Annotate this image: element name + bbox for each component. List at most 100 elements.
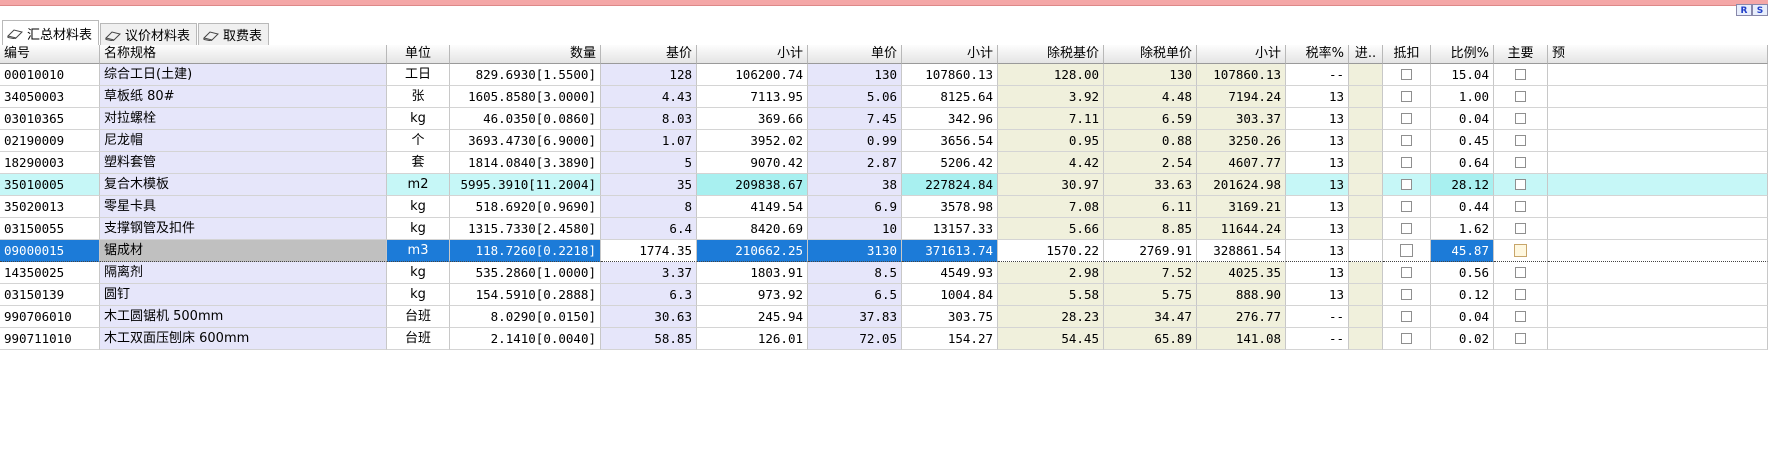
- cell-main[interactable]: [1494, 152, 1548, 174]
- cell-deduct[interactable]: [1383, 306, 1431, 328]
- cell-tax-free-unit[interactable]: 34.47: [1104, 306, 1197, 328]
- main-checkbox[interactable]: [1515, 91, 1526, 102]
- cell-deduct[interactable]: [1383, 218, 1431, 240]
- cell-name[interactable]: 草板纸 80#: [100, 86, 387, 108]
- cell-subtotal-1[interactable]: 4149.54: [697, 196, 808, 218]
- cell-tax-rate[interactable]: 13: [1286, 152, 1349, 174]
- table-row[interactable]: 03010365 对拉螺栓 kg 46.0350[0.0860] 8.03 369.66 7…: [0, 108, 1768, 130]
- cell-unit[interactable]: m2: [387, 174, 450, 196]
- header-col-import[interactable]: 进..: [1349, 45, 1383, 64]
- cell-unit[interactable]: 个: [387, 130, 450, 152]
- cell-tax-rate[interactable]: --: [1286, 306, 1349, 328]
- cell-subtotal-2[interactable]: 154.27: [902, 328, 998, 350]
- cell-unit[interactable]: 张: [387, 86, 450, 108]
- header-col-ratio[interactable]: 比例%: [1431, 45, 1494, 64]
- main-checkbox[interactable]: [1515, 157, 1526, 168]
- header-col-main[interactable]: 主要: [1494, 45, 1548, 64]
- cell-deduct[interactable]: [1383, 240, 1431, 262]
- cell-ratio[interactable]: 1.62: [1431, 218, 1494, 240]
- header-col-pre[interactable]: 预: [1548, 45, 1768, 64]
- cell-main[interactable]: [1494, 64, 1548, 86]
- cell-code[interactable]: 14350025: [0, 262, 100, 284]
- cell-subtotal-2[interactable]: 342.96: [902, 108, 998, 130]
- cell-name[interactable]: 综合工日(土建): [100, 64, 387, 86]
- header-col-unit[interactable]: 单位: [387, 45, 450, 64]
- cell-deduct[interactable]: [1383, 152, 1431, 174]
- cell-tax-rate[interactable]: 13: [1286, 240, 1349, 262]
- cell-subtotal-1[interactable]: 209838.67: [697, 174, 808, 196]
- cell-code[interactable]: 18290003: [0, 152, 100, 174]
- cell-unit[interactable]: 套: [387, 152, 450, 174]
- cell-tax-free-base[interactable]: 7.08: [998, 196, 1104, 218]
- cell-subtotal-2[interactable]: 3578.98: [902, 196, 998, 218]
- cell-tax-rate[interactable]: 13: [1286, 130, 1349, 152]
- cell-subtotal-3[interactable]: 107860.13: [1197, 64, 1286, 86]
- cell-ratio[interactable]: 0.44: [1431, 196, 1494, 218]
- cell-code[interactable]: 35010005: [0, 174, 100, 196]
- cell-tax-rate[interactable]: 13: [1286, 196, 1349, 218]
- main-checkbox[interactable]: [1515, 135, 1526, 146]
- cell-tax-rate[interactable]: --: [1286, 64, 1349, 86]
- cell-unit-price[interactable]: 130: [808, 64, 902, 86]
- cell-unit[interactable]: kg: [387, 108, 450, 130]
- deduct-checkbox[interactable]: [1401, 135, 1412, 146]
- table-row[interactable]: 03150139 圆钉 kg 154.5910[0.2888] 6.3 973.92 6.5…: [0, 284, 1768, 306]
- cell-unit-price[interactable]: 6.9: [808, 196, 902, 218]
- cell-name[interactable]: 圆钉: [100, 284, 387, 306]
- cell-tax-free-base[interactable]: 5.58: [998, 284, 1104, 306]
- main-checkbox[interactable]: [1515, 311, 1526, 322]
- cell-base-price[interactable]: 128: [601, 64, 697, 86]
- cell-unit[interactable]: m3: [387, 240, 450, 262]
- cell-main[interactable]: [1494, 108, 1548, 130]
- cell-unit-price[interactable]: 0.99: [808, 130, 902, 152]
- cell-unit[interactable]: kg: [387, 284, 450, 306]
- deduct-checkbox[interactable]: [1401, 113, 1412, 124]
- header-col-name[interactable]: 名称规格: [100, 45, 387, 64]
- table-row[interactable]: 09000015 锯成材 m3 118.7260[0.2218] 1774.35 2106…: [0, 240, 1768, 262]
- main-checkbox[interactable]: [1515, 267, 1526, 278]
- deduct-checkbox[interactable]: [1400, 244, 1413, 257]
- cell-subtotal-3[interactable]: 888.90: [1197, 284, 1286, 306]
- table-row[interactable]: 34050003 草板纸 80# 张 1605.8580[3.0000] 4.43 711…: [0, 86, 1768, 108]
- header-col-base-price[interactable]: 基价: [601, 45, 697, 64]
- cell-subtotal-2[interactable]: 303.75: [902, 306, 998, 328]
- badge-s[interactable]: S: [1752, 4, 1768, 16]
- cell-subtotal-1[interactable]: 7113.95: [697, 86, 808, 108]
- cell-tax-free-unit[interactable]: 130: [1104, 64, 1197, 86]
- cell-unit[interactable]: kg: [387, 218, 450, 240]
- cell-quantity[interactable]: 1814.0840[3.3890]: [450, 152, 601, 174]
- cell-subtotal-1[interactable]: 973.92: [697, 284, 808, 306]
- table-row[interactable]: 35020013 零星卡具 kg 518.6920[0.9690] 8 4149.54 6.…: [0, 196, 1768, 218]
- cell-unit-price[interactable]: 2.87: [808, 152, 902, 174]
- cell-quantity[interactable]: 518.6920[0.9690]: [450, 196, 601, 218]
- main-checkbox[interactable]: [1515, 179, 1526, 190]
- cell-ratio[interactable]: 0.04: [1431, 306, 1494, 328]
- cell-tax-rate[interactable]: 13: [1286, 108, 1349, 130]
- deduct-checkbox[interactable]: [1401, 311, 1412, 322]
- cell-name[interactable]: 隔离剂: [100, 262, 387, 284]
- cell-quantity[interactable]: 154.5910[0.2888]: [450, 284, 601, 306]
- cell-subtotal-2[interactable]: 13157.33: [902, 218, 998, 240]
- cell-subtotal-3[interactable]: 141.08: [1197, 328, 1286, 350]
- cell-base-price[interactable]: 35: [601, 174, 697, 196]
- cell-tax-free-unit[interactable]: 33.63: [1104, 174, 1197, 196]
- header-col-deduct[interactable]: 抵扣: [1383, 45, 1431, 64]
- cell-subtotal-2[interactable]: 371613.74: [902, 240, 998, 262]
- cell-code[interactable]: 35020013: [0, 196, 100, 218]
- cell-subtotal-2[interactable]: 1004.84: [902, 284, 998, 306]
- cell-subtotal-1[interactable]: 106200.74: [697, 64, 808, 86]
- cell-subtotal-1[interactable]: 210662.25: [697, 240, 808, 262]
- cell-unit-price[interactable]: 5.06: [808, 86, 902, 108]
- cell-tax-rate[interactable]: 13: [1286, 218, 1349, 240]
- deduct-checkbox[interactable]: [1401, 223, 1412, 234]
- cell-subtotal-1[interactable]: 369.66: [697, 108, 808, 130]
- cell-ratio[interactable]: 0.04: [1431, 108, 1494, 130]
- main-checkbox[interactable]: [1515, 223, 1526, 234]
- cell-main[interactable]: [1494, 262, 1548, 284]
- cell-tax-free-base[interactable]: 28.23: [998, 306, 1104, 328]
- cell-quantity[interactable]: 1605.8580[3.0000]: [450, 86, 601, 108]
- cell-name[interactable]: 锯成材: [100, 240, 387, 262]
- cell-tax-free-base[interactable]: 54.45: [998, 328, 1104, 350]
- cell-code[interactable]: 03150139: [0, 284, 100, 306]
- cell-code[interactable]: 09000015: [0, 240, 100, 262]
